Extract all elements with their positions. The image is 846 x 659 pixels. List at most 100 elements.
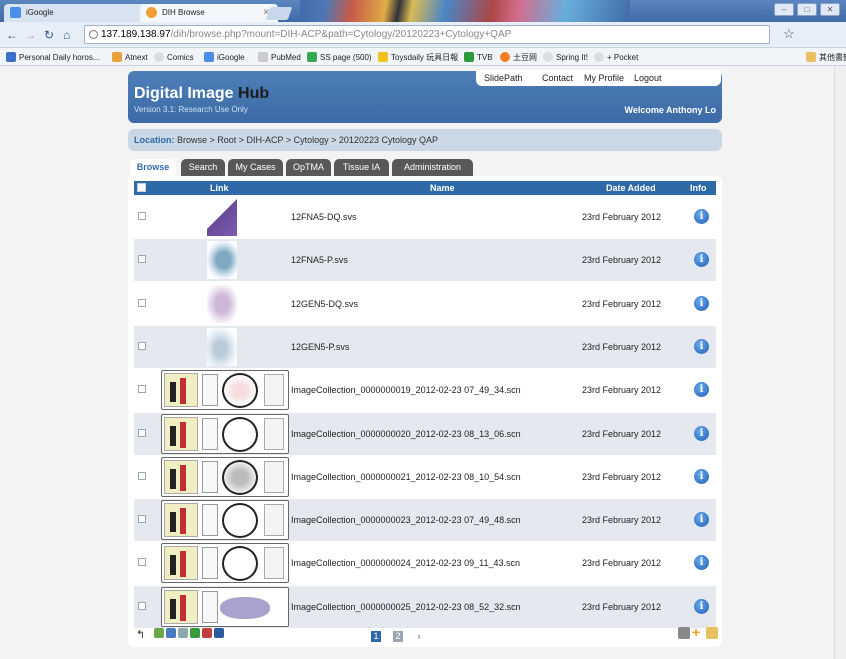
tag-icon[interactable] [154,628,164,638]
minimize-icon[interactable]: – [774,3,794,16]
row-checkbox[interactable] [138,385,146,394]
header-date-added[interactable]: Date Added [606,183,656,193]
bookmark-item[interactable]: PubMed [258,52,301,62]
film-icon[interactable] [214,628,224,638]
page-1-button[interactable]: 1 [371,631,381,642]
slide-thumbnail[interactable] [161,500,289,541]
info-icon[interactable]: i [694,598,709,614]
file-name[interactable]: ImageCollection_0000000025_2012-02-23 08… [291,602,521,612]
settings-icon[interactable] [178,628,188,638]
file-name[interactable]: ImageCollection_0000000019_2012-02-23 07… [291,385,521,395]
slide-thumbnail[interactable] [161,456,289,497]
grid-icon[interactable] [166,628,176,638]
bookmark-item[interactable]: Comics [154,52,194,62]
new-tab-button[interactable] [265,7,293,20]
file-name[interactable]: ImageCollection_0000000024_2012-02-23 09… [291,558,520,568]
info-icon[interactable]: i [694,209,709,224]
home-icon[interactable]: ⌂ [63,28,70,42]
slide-thumbnail[interactable] [207,241,237,280]
bookmark-item[interactable]: iGoogle [204,52,245,62]
row-checkbox[interactable] [138,298,146,307]
info-icon[interactable]: i [694,468,709,484]
info-icon[interactable]: i [694,555,709,571]
nav-slidepath-link[interactable]: SlidePath [484,73,523,83]
table-row[interactable]: ImageCollection_0000000024_2012-02-23 09… [134,541,716,584]
scrollbar[interactable] [834,66,846,659]
file-name[interactable]: ImageCollection_0000000021_2012-02-23 08… [291,472,521,482]
row-checkbox[interactable] [138,471,146,480]
next-page-icon[interactable]: › [415,631,423,642]
close-window-icon[interactable]: ✕ [820,3,840,16]
table-row[interactable]: 12GEN5-DQ.svs 23rd February 2012 i [134,281,716,325]
folder-icon[interactable] [706,627,718,639]
bookmark-star-icon[interactable]: ☆ [783,26,795,42]
add-icon[interactable]: + [692,625,704,639]
row-checkbox[interactable] [138,515,146,524]
tab-my-cases[interactable]: My Cases [228,159,283,176]
breadcrumb-path[interactable]: Browse > Root > DIH-ACP > Cytology > 201… [177,135,438,145]
url-input[interactable]: 137.189.138.97/dih/browse.php?mount=DIH-… [84,25,770,44]
file-name[interactable]: 12GEN5-DQ.svs [291,299,358,309]
row-checkbox[interactable] [138,601,146,610]
table-row[interactable]: 12GEN5-P.svs 23rd February 2012 i [134,324,716,368]
row-checkbox[interactable] [138,428,146,437]
bookmark-item[interactable]: Personal Daily horos... [6,52,99,62]
slide-thumbnail[interactable] [161,413,289,454]
slide-thumbnail[interactable] [207,284,237,323]
slide-thumbnail[interactable] [207,198,237,236]
reload-icon[interactable]: ↻ [44,28,54,42]
table-row[interactable]: ImageCollection_0000000019_2012-02-23 07… [134,368,716,411]
export-icon[interactable] [190,628,200,638]
info-icon[interactable]: i [694,382,709,398]
row-checkbox[interactable] [138,212,146,220]
tab-tissue-ia[interactable]: Tissue IA [334,159,389,176]
back-arrow-icon[interactable]: ← [6,28,18,42]
nav-logout-link[interactable]: Logout [634,73,662,83]
row-checkbox[interactable] [138,255,146,264]
info-icon[interactable]: i [694,252,709,268]
table-row[interactable]: ImageCollection_0000000023_2012-02-23 07… [134,498,716,542]
bookmark-item[interactable]: Atnext [112,52,148,62]
bookmark-item[interactable]: + Pocket [594,52,638,62]
select-all-checkbox[interactable] [137,183,146,192]
file-name[interactable]: 12FNA5-P.svs [291,255,348,265]
site-title[interactable]: Digital Image Hub [134,85,269,103]
tab-browse[interactable]: Browse [130,159,176,176]
bookmark-item[interactable]: 土豆网 [500,52,537,63]
info-icon[interactable]: i [694,425,709,441]
file-name[interactable]: 12FNA5-DQ.svs [291,212,357,222]
other-bookmarks[interactable]: 其他書籤 [806,52,846,63]
slide-thumbnail[interactable] [161,586,289,627]
slide-thumbnail[interactable] [161,543,289,584]
forward-arrow-icon[interactable]: → [24,28,36,42]
bookmark-item[interactable]: SS page (500) [307,52,372,62]
trash-icon[interactable] [678,627,690,639]
tab-administration[interactable]: Administration [392,159,473,176]
row-checkbox[interactable] [138,341,146,350]
nav-my-profile-link[interactable]: My Profile [584,73,624,83]
file-name[interactable]: ImageCollection_0000000020_2012-02-23 08… [291,429,521,439]
tab-optma[interactable]: OpTMA [286,159,331,176]
up-arrow-icon[interactable]: ↰ [136,628,152,641]
info-icon[interactable]: i [694,295,709,311]
report-icon[interactable] [202,628,212,638]
browser-tab-dih-browse[interactable]: DIH Browse ✕ [140,4,278,22]
browser-tab-igoogle[interactable]: iGoogle ✕ [4,4,160,22]
table-row[interactable]: 12FNA5-P.svs 23rd February 2012 i [134,238,716,282]
info-icon[interactable]: i [694,338,709,354]
header-name[interactable]: Name [430,183,455,193]
file-name[interactable]: ImageCollection_0000000023_2012-02-23 07… [291,515,521,525]
slide-thumbnail[interactable] [161,370,289,411]
bookmark-item[interactable]: Spring It! [543,52,588,62]
table-row[interactable]: ImageCollection_0000000021_2012-02-23 08… [134,454,716,498]
nav-contact-link[interactable]: Contact [542,73,573,83]
table-row[interactable]: ImageCollection_0000000025_2012-02-23 08… [134,584,716,628]
table-row[interactable]: 12FNA5-DQ.svs 23rd February 2012 i [134,195,716,238]
bookmark-item[interactable]: Toysdaily 玩具日報 [378,52,458,63]
slide-thumbnail[interactable] [207,327,237,366]
info-icon[interactable]: i [694,512,709,528]
bookmark-item[interactable]: TVB [464,52,493,62]
file-name[interactable]: 12GEN5-P.svs [291,342,349,352]
page-2-button[interactable]: 2 [393,631,403,642]
maximize-icon[interactable]: □ [797,3,817,16]
